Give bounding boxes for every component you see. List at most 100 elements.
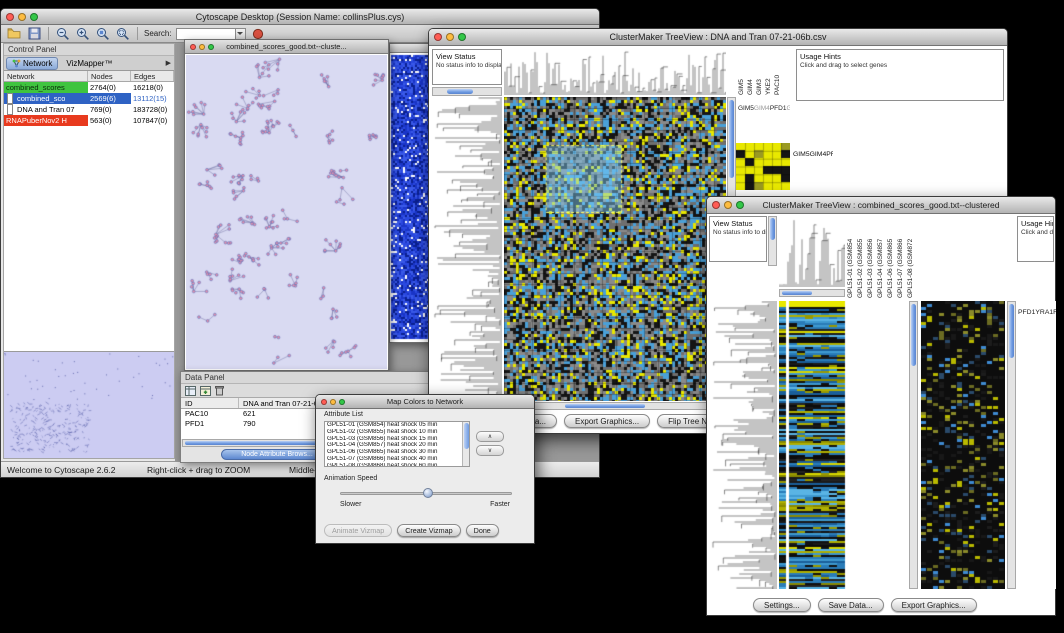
panel-vscrollbar[interactable] (768, 216, 777, 266)
attribute-list-item[interactable]: GPL51-07 (GSM866) heat shock 40 min (325, 456, 462, 463)
column-dendrogram[interactable] (504, 49, 726, 95)
secondary-heatmap-canvas[interactable] (921, 301, 1005, 589)
attribute-list-item[interactable]: GPL51-03 (GSM856) heat shock 15 min (325, 436, 462, 443)
treeview-window-2[interactable]: ClusterMaker TreeView : combined_scores_… (706, 196, 1056, 616)
gene-label[interactable]: GIM4 (810, 151, 827, 158)
network-view-canvas[interactable] (390, 53, 433, 342)
network-table-row-selected[interactable]: combined_sco 2569(6) 13112(15) (4, 93, 174, 104)
attribute-list-item[interactable]: GPL51-08 (GSM868) heat shock 60 min (325, 463, 462, 466)
heatmap-hscrollbar[interactable] (504, 402, 726, 410)
scrollbar-thumb[interactable] (185, 441, 335, 445)
main-titlebar[interactable]: Cytoscape Desktop (Session Name: collins… (1, 9, 599, 25)
column-label[interactable]: GIM3 (756, 49, 765, 95)
minimize-button[interactable] (18, 13, 26, 21)
column-label[interactable]: GPL51-02 (GSM855 (857, 216, 867, 298)
move-down-button[interactable]: ∨ (476, 445, 504, 456)
network-table-row[interactable]: RNAPuberNov2 H 563(0) 107847(0) (4, 115, 174, 126)
zoom-selected-icon[interactable] (95, 26, 111, 41)
attribute-list-item[interactable]: GPL51-02 (GSM855) heat shock 10 min (325, 429, 462, 436)
dendrogram-hscrollbar[interactable] (779, 289, 845, 297)
create-vizmap-button[interactable]: Create Vizmap (397, 524, 460, 537)
column-label[interactable]: GPL51-03 (GSM856 (867, 216, 877, 298)
column-label[interactable]: GIM5 (738, 49, 747, 95)
network-name[interactable]: RNAPuberNov2 H (4, 115, 88, 126)
column-label[interactable]: GIM4 (747, 49, 756, 95)
zoom-button[interactable] (208, 44, 214, 50)
animate-vizmap-button[interactable]: Animate Vizmap (324, 524, 392, 537)
create-attribute-icon[interactable] (200, 386, 211, 396)
network-view-canvas[interactable] (186, 55, 387, 369)
row-dendrogram[interactable] (709, 301, 777, 589)
gene-label[interactable]: GIM4 (754, 105, 770, 112)
zoom-heatmap-canvas[interactable] (736, 143, 790, 190)
open-folder-icon[interactable] (6, 26, 22, 41)
scrollbar-thumb[interactable] (1009, 304, 1014, 358)
scrollbar-thumb[interactable] (729, 100, 734, 178)
animation-speed-slider[interactable] (340, 487, 512, 499)
network-window-behind-titlebar[interactable] (390, 44, 433, 53)
list-vscrollbar[interactable] (462, 422, 469, 466)
delete-attribute-icon[interactable] (215, 385, 224, 396)
labels-vscrollbar[interactable] (1007, 301, 1016, 589)
scrollbar-thumb[interactable] (782, 291, 812, 295)
network-view-window[interactable]: combined_scores_good.txt--cluste... (184, 39, 389, 371)
network-overview-thumbnail[interactable] (4, 351, 174, 458)
network-name[interactable]: DNA and Tran 07 (4, 104, 88, 115)
zoom-button[interactable] (736, 201, 744, 209)
heatmap-vscrollbar[interactable] (909, 301, 918, 589)
map-colors-dialog[interactable]: Map Colors to Network Attribute List GPL… (315, 394, 535, 544)
minimize-button[interactable] (724, 201, 732, 209)
column-label[interactable]: GPL51-01 (GSM854 (847, 216, 857, 298)
save-icon[interactable] (26, 26, 42, 41)
tab-vizmapper[interactable]: VizMapper™ (61, 58, 117, 69)
gene-label[interactable]: PFD1 (770, 105, 787, 112)
column-dendrogram[interactable] (779, 216, 845, 287)
save-data-button[interactable]: Save Data... (818, 598, 884, 612)
zoom-fit-icon[interactable] (115, 26, 131, 41)
heatmap-canvas[interactable] (504, 97, 726, 401)
dendrogram-hscrollbar[interactable] (432, 87, 502, 96)
zoom-button[interactable] (458, 33, 466, 41)
minimize-button[interactable] (330, 399, 336, 405)
heatmap-canvas[interactable] (779, 301, 847, 589)
tab-network[interactable]: Network (6, 57, 58, 70)
gene-label[interactable]: RNR4 (1053, 309, 1056, 316)
zoom-in-icon[interactable] (75, 26, 91, 41)
done-button[interactable]: Done (466, 524, 499, 537)
gene-label[interactable]: YRA1 (1035, 309, 1053, 316)
tab-overflow-arrow[interactable]: ▶ (166, 59, 174, 67)
gene-label[interactable]: PFD1 (826, 151, 833, 158)
settings-button[interactable]: Settings... (753, 598, 811, 612)
column-header-network[interactable]: Network (4, 71, 88, 81)
minimize-button[interactable] (199, 44, 205, 50)
export-graphics-button[interactable]: Export Graphics... (564, 414, 650, 428)
network-name[interactable]: combined_sco (4, 93, 88, 104)
search-input[interactable] (176, 28, 236, 40)
close-button[interactable] (6, 13, 14, 21)
scrollbar-thumb[interactable] (911, 304, 916, 366)
column-header-id[interactable]: ID (181, 398, 239, 408)
row-dendrogram[interactable] (432, 97, 502, 401)
scrollbar-thumb[interactable] (447, 89, 473, 94)
column-label[interactable]: GPL51-06 (GSM865 (887, 216, 897, 298)
close-button[interactable] (434, 33, 442, 41)
attribute-list-item[interactable]: GPL51-06 (GSM865) heat shock 30 min (325, 449, 462, 456)
zoom-button[interactable] (339, 399, 345, 405)
slider-thumb[interactable] (423, 488, 433, 498)
gene-label[interactable]: GIM3 (786, 105, 790, 112)
scrollbar-thumb[interactable] (770, 218, 775, 240)
network-table-row[interactable]: DNA and Tran 07 769(0) 183728(0) (4, 104, 174, 115)
search-combobox[interactable] (176, 28, 246, 40)
treeview2-titlebar[interactable]: ClusterMaker TreeView : combined_scores_… (707, 197, 1055, 214)
minimize-button[interactable] (446, 33, 454, 41)
select-attributes-icon[interactable] (185, 386, 196, 396)
export-graphics-button[interactable]: Export Graphics... (891, 598, 977, 612)
close-button[interactable] (190, 44, 196, 50)
treeview1-titlebar[interactable]: ClusterMaker TreeView : DNA and Tran 07-… (429, 29, 1007, 46)
column-label[interactable]: GPL51-07 (GSM866 (897, 216, 907, 298)
attribute-list-item[interactable]: GPL51-04 (GSM857) heat shock 20 min (325, 442, 462, 449)
zoom-button[interactable] (30, 13, 38, 21)
network-table-row[interactable]: combined_scores 2764(0) 16218(0) (4, 82, 174, 93)
column-header-nodes[interactable]: Nodes (88, 71, 131, 81)
column-label[interactable]: PAC10 (774, 49, 783, 95)
